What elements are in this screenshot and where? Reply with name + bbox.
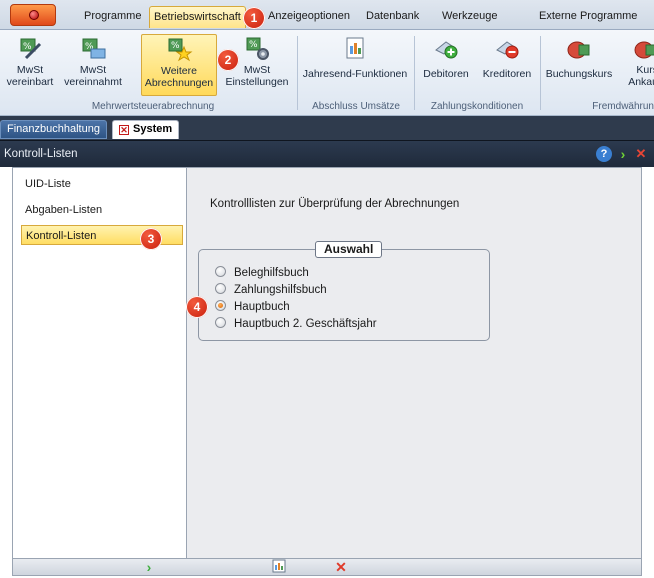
- document-tab-strip: Finanzbuchhaltung ✕ System: [0, 116, 654, 141]
- content-pane: Kontrolllisten zur Überprüfung der Abrec…: [188, 168, 641, 558]
- tab-betriebswirtschaft[interactable]: Betriebswirtschaft: [149, 6, 246, 28]
- app-orb-icon: [29, 10, 39, 20]
- svg-text:%: %: [23, 42, 32, 52]
- preview-glyph-icon: [272, 559, 286, 573]
- mwst-vereinbart-icon: %: [20, 38, 42, 60]
- callout-badge: 1: [243, 7, 265, 29]
- option-label: Beleghilfsbuch: [234, 267, 309, 279]
- doc-tab-finanzbuchhaltung[interactable]: Finanzbuchhaltung: [0, 120, 107, 139]
- option-hauptbuch[interactable]: Hauptbuch: [215, 299, 290, 315]
- debitoren-button[interactable]: Debitoren: [418, 34, 474, 96]
- kurs-ankauf-label-2: Ankau: [628, 76, 654, 88]
- kreditoren-button[interactable]: Kreditoren: [478, 34, 536, 96]
- radio-button-checked[interactable]: [215, 300, 226, 311]
- mwst-vereinnahmt-button[interactable]: % MwSt vereinnahmt: [60, 34, 126, 96]
- groupbox-title: Auswahl: [315, 241, 383, 258]
- tab-anzeigeoptionen[interactable]: Anzeigeoptionen: [264, 6, 354, 28]
- sidebar-item-abgaben-listen[interactable]: Abgaben-Listen: [21, 200, 183, 220]
- jahresend-funktionen-button[interactable]: Jahresend-Funktionen: [300, 34, 410, 96]
- tab-programme[interactable]: Programme: [80, 6, 145, 28]
- mwst-vereinnahmt-label-1: MwSt: [79, 64, 107, 76]
- sidebar: UID-Liste Abgaben-Listen Kontroll-Listen: [13, 168, 187, 558]
- svg-text:%: %: [249, 40, 258, 50]
- callout-badge: 2: [217, 49, 239, 71]
- weitere-abrechnungen-button[interactable]: % Weitere Abrechnungen: [141, 34, 217, 96]
- forward-arrow-icon[interactable]: ›: [615, 146, 631, 162]
- group-separator: [414, 36, 415, 110]
- kreditoren-label: Kreditoren: [482, 68, 532, 80]
- mwst-vereinbart-button[interactable]: % MwSt vereinbart: [4, 34, 56, 96]
- mwst-vereinnahmt-icon: %: [82, 38, 106, 59]
- tab-externe-programme[interactable]: Externe Programme: [535, 6, 641, 28]
- doc-tab-system[interactable]: ✕ System: [112, 120, 180, 139]
- bottom-toolbar: › ✕: [12, 559, 642, 576]
- callout-badge: 3: [140, 228, 162, 250]
- option-hauptbuch-2-geschaeftsjahr[interactable]: Hauptbuch 2. Geschäftsjahr: [215, 316, 377, 332]
- radio-button[interactable]: [215, 283, 226, 294]
- group-separator: [540, 36, 541, 110]
- group-label-mehrwertsteuer: Mehrwertsteuerabrechnung: [91, 101, 215, 112]
- mwst-vereinnahmt-label-2: vereinnahmt: [64, 76, 122, 88]
- close-panel-icon[interactable]: ✕: [633, 146, 649, 162]
- weitere-abrechnungen-icon: %: [168, 38, 193, 62]
- weitere-abrechnungen-label-1: Weitere: [161, 65, 197, 77]
- main-area: UID-Liste Abgaben-Listen Kontroll-Listen…: [12, 167, 642, 559]
- buchungskurs-button[interactable]: Buchungskurs: [544, 34, 614, 96]
- group-label-fremdwaehrung: Fremdwährun: [592, 101, 654, 112]
- group-separator: [297, 36, 298, 110]
- option-label: Hauptbuch 2. Geschäftsjahr: [234, 318, 377, 330]
- mwst-einstellungen-label-2: Einstellungen: [225, 76, 289, 88]
- option-zahlungshilfsbuch[interactable]: Zahlungshilfsbuch: [215, 282, 327, 298]
- currency-exchange-icon: [634, 41, 654, 59]
- currency-exchange-icon: [567, 41, 590, 59]
- option-label: Zahlungshilfsbuch: [234, 284, 327, 296]
- panel-title: Kontroll-Listen: [4, 148, 78, 160]
- ribbon-tab-row: Programme Betriebswirtschaft Anzeigeopti…: [0, 0, 654, 30]
- mwst-einstellungen-icon: %: [246, 37, 269, 60]
- content-description: Kontrolllisten zur Überprüfung der Abrec…: [210, 198, 460, 210]
- buchungskurs-label: Buchungskurs: [545, 68, 613, 80]
- mwst-vereinbart-label-2: vereinbart: [6, 76, 54, 88]
- sidebar-item-uid-liste[interactable]: UID-Liste: [21, 174, 183, 194]
- mwst-vereinbart-label-1: MwSt: [16, 64, 44, 76]
- option-label: Hauptbuch: [234, 301, 290, 313]
- panel-header: Kontroll-Listen ? › ✕: [0, 141, 654, 167]
- debitoren-add-icon: [435, 41, 458, 59]
- group-label-abschluss: Abschluss Umsätze: [312, 101, 400, 112]
- radio-button[interactable]: [215, 317, 226, 328]
- kurs-ankauf-label-1: Kurs: [636, 64, 654, 76]
- kurs-ankauf-button[interactable]: Kurs Ankau: [618, 34, 654, 96]
- jahresend-funktionen-label: Jahresend-Funktionen: [302, 68, 408, 80]
- ribbon-panel: % MwSt vereinbart % MwSt vereinnahmt % W…: [0, 30, 654, 116]
- kreditoren-remove-icon: [496, 41, 519, 59]
- radio-button[interactable]: [215, 266, 226, 277]
- application-menu-button[interactable]: [10, 4, 56, 26]
- option-beleghilfsbuch[interactable]: Beleghilfsbuch: [215, 265, 309, 281]
- document-chart-icon: [346, 37, 364, 59]
- doc-tab-system-label: System: [133, 123, 173, 135]
- auswahl-groupbox: Auswahl Beleghilfsbuch Zahlungshilfsbuch…: [198, 241, 490, 341]
- group-label-zahlungskonditionen: Zahlungskonditionen: [430, 101, 524, 112]
- tab-datenbank[interactable]: Datenbank: [362, 6, 423, 28]
- close-tab-icon[interactable]: ✕: [119, 125, 129, 135]
- tab-werkzeuge[interactable]: Werkzeuge: [438, 6, 501, 28]
- callout-badge: 4: [186, 296, 208, 318]
- debitoren-label: Debitoren: [423, 68, 469, 80]
- execute-arrow-icon[interactable]: ›: [141, 559, 157, 575]
- svg-text:%: %: [171, 41, 180, 51]
- preview-icon[interactable]: [271, 559, 287, 575]
- cancel-icon[interactable]: ✕: [333, 559, 349, 575]
- weitere-abrechnungen-label-2: Abrechnungen: [144, 77, 214, 89]
- help-icon[interactable]: ?: [596, 146, 612, 162]
